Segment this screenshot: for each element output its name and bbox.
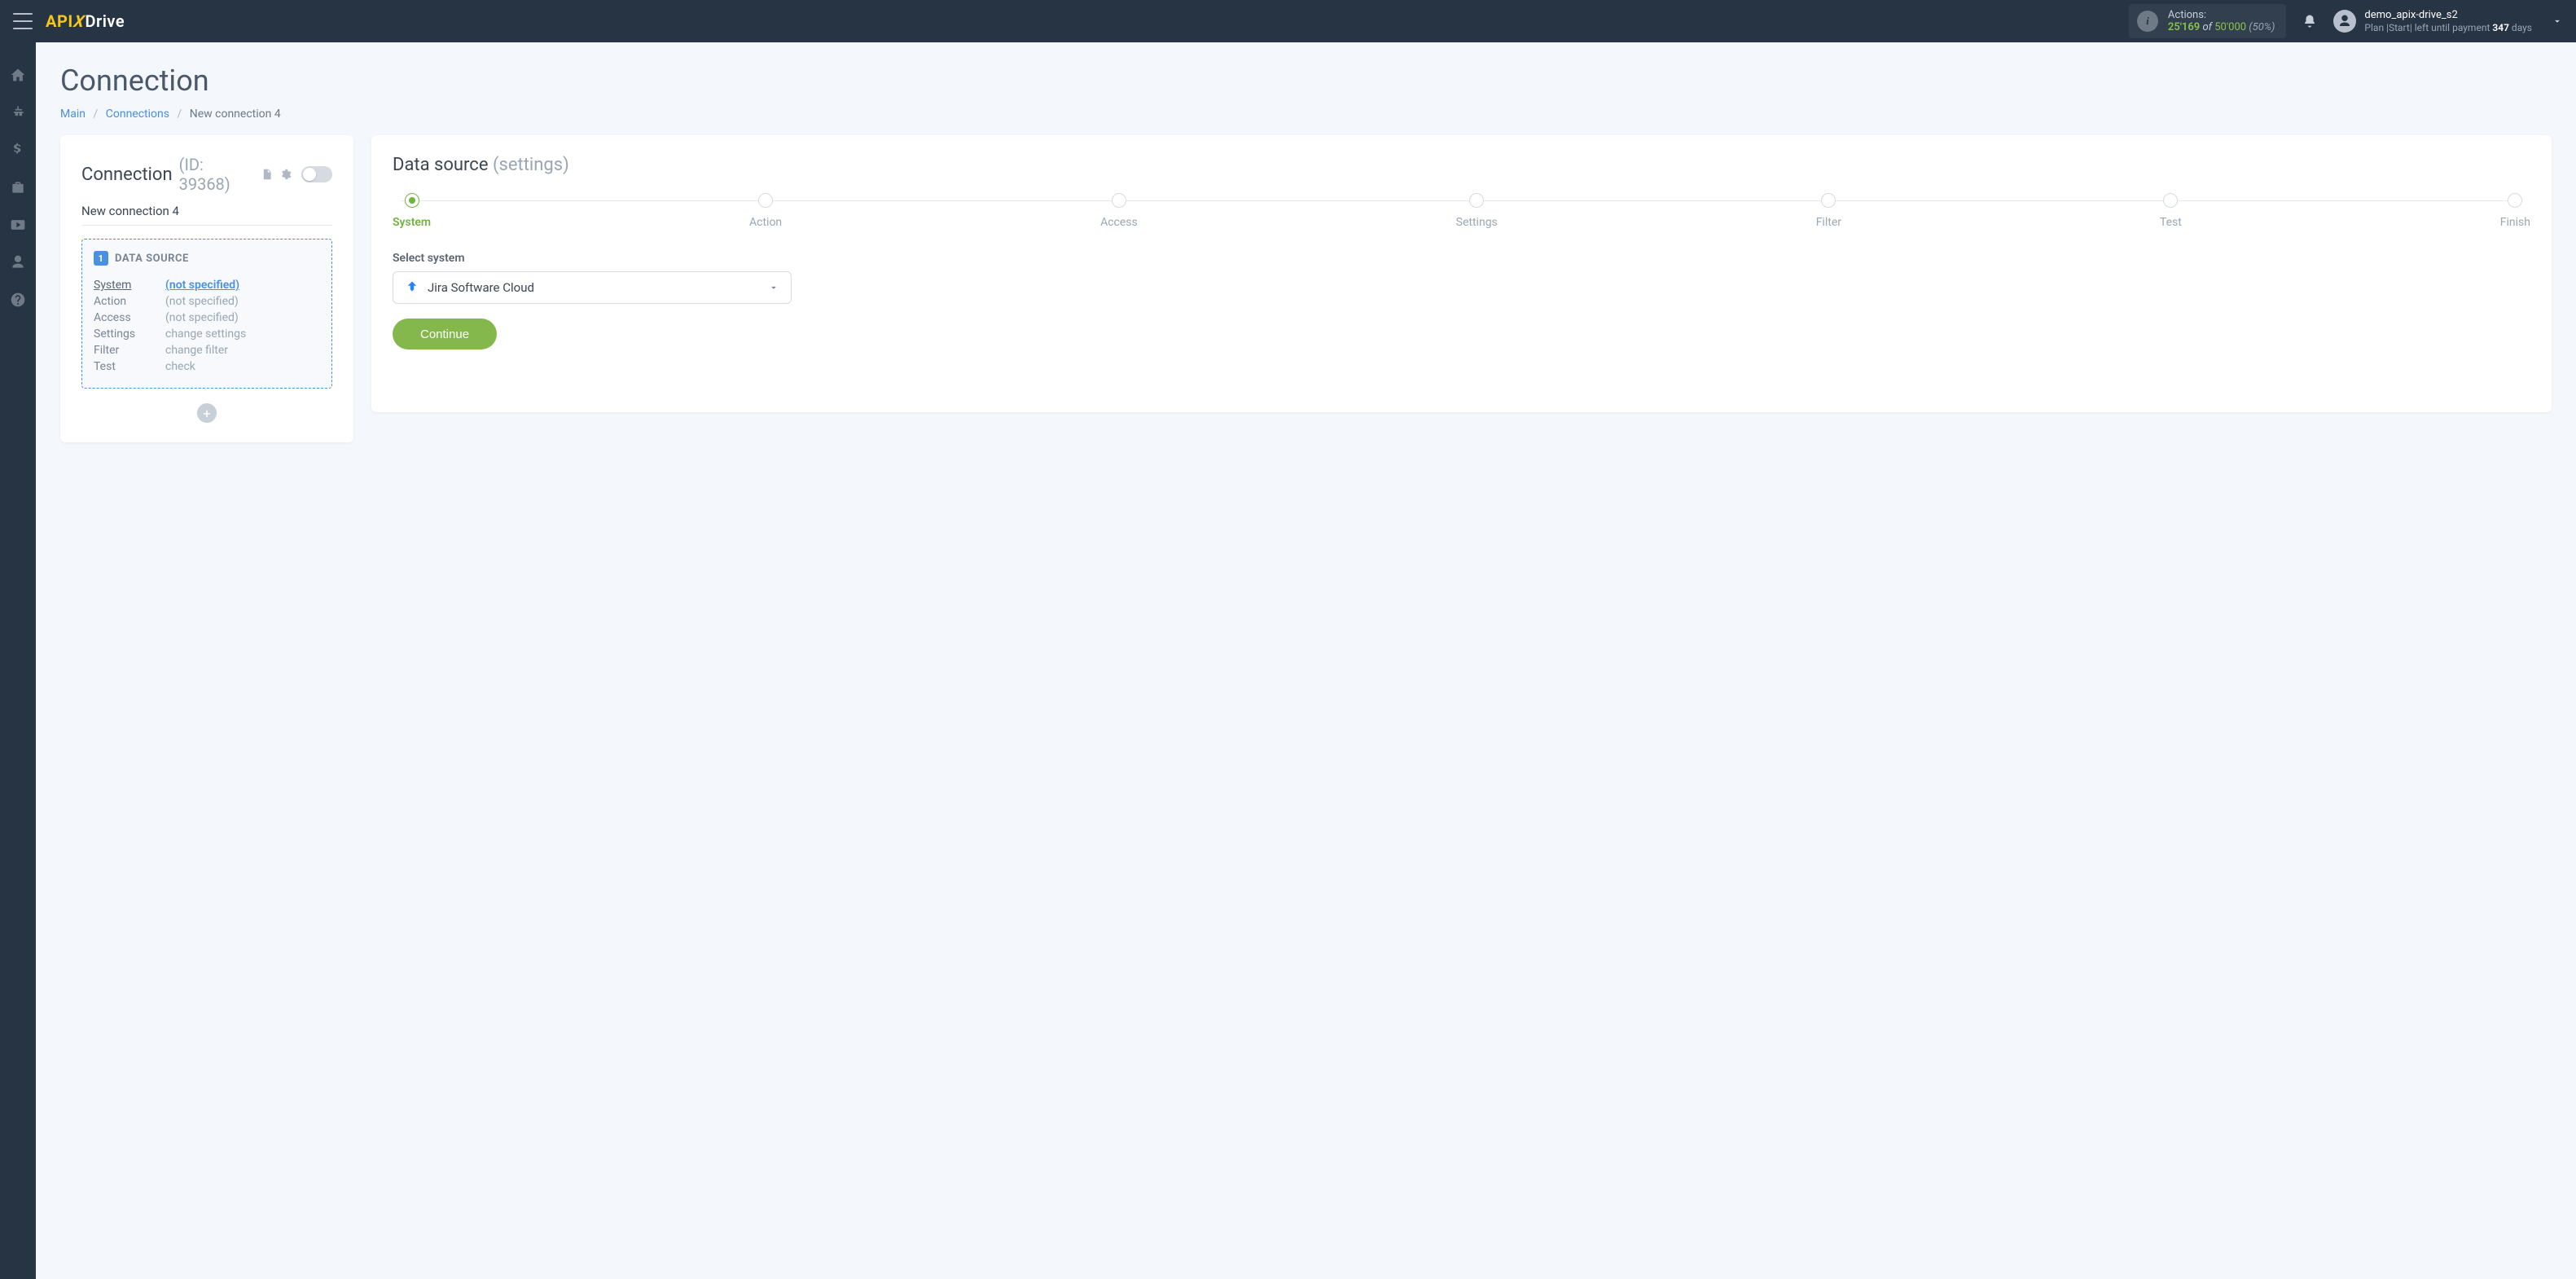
- jira-icon: [405, 280, 419, 295]
- actions-total: 50'000: [2214, 21, 2246, 33]
- step-settings[interactable]: Settings: [1456, 193, 1498, 229]
- user-info: demo_apix-drive_s2 Plan |Start| left unt…: [2364, 9, 2532, 33]
- step-system[interactable]: System: [393, 193, 431, 229]
- plan-prefix: Plan |Start| left until payment: [2364, 22, 2490, 33]
- user-menu[interactable]: demo_apix-drive_s2 Plan |Start| left unt…: [2333, 9, 2563, 33]
- connection-name[interactable]: New connection 4: [81, 204, 332, 226]
- wizard-steps: System Action Access Settings Filter Tes…: [393, 193, 2530, 229]
- actions-pct: (50%): [2249, 21, 2275, 33]
- data-source-panel: Data source (settings) System Action Acc…: [371, 135, 2552, 412]
- topbar: APIXDrive i Actions: 25'169 of 50'000 (5…: [0, 0, 2576, 42]
- document-icon[interactable]: [261, 168, 273, 181]
- data-source-badge: 1: [94, 251, 108, 266]
- video-icon[interactable]: [10, 217, 26, 233]
- data-source-title: DATA SOURCE: [115, 253, 189, 265]
- actions-count: 25'169: [2168, 21, 2200, 33]
- logo-drive: Drive: [86, 11, 125, 31]
- page-title: Connection: [60, 64, 2552, 98]
- actions-chip[interactable]: i Actions: 25'169 of 50'000 (50%): [2129, 4, 2287, 38]
- user-icon[interactable]: [10, 254, 26, 270]
- info-icon: i: [2137, 11, 2158, 32]
- dollar-icon[interactable]: [10, 142, 26, 158]
- step-filter[interactable]: Filter: [1816, 193, 1841, 229]
- ds-row-access[interactable]: Access(not specified): [94, 310, 320, 326]
- connection-id: (ID: 39368): [179, 155, 255, 194]
- actions-of: of: [2202, 21, 2212, 33]
- ds-row-system[interactable]: System(not specified): [94, 277, 320, 293]
- continue-button[interactable]: Continue: [393, 319, 497, 349]
- hamburger-menu-icon[interactable]: [13, 13, 33, 29]
- actions-text: Actions: 25'169 of 50'000 (50%): [2168, 9, 2275, 33]
- panel-title-main: Data source: [393, 155, 489, 175]
- topbar-right: i Actions: 25'169 of 50'000 (50%) demo_a…: [2129, 4, 2563, 38]
- connection-header: Connection (ID: 39368): [81, 155, 332, 194]
- bell-icon[interactable]: [2302, 14, 2317, 29]
- panel-title-sub: (settings): [493, 155, 569, 175]
- breadcrumb-current: New connection 4: [190, 108, 281, 121]
- briefcase-icon[interactable]: [10, 179, 26, 196]
- ds-row-test[interactable]: Testcheck: [94, 358, 320, 375]
- breadcrumb-sep: /: [93, 108, 98, 121]
- connection-card: Connection (ID: 39368) New connection 4 …: [60, 135, 353, 442]
- step-access[interactable]: Access: [1100, 193, 1138, 229]
- logo-x-icon: X: [72, 11, 86, 31]
- select-system-label: Select system: [393, 252, 2530, 265]
- username: demo_apix-drive_s2: [2364, 9, 2532, 22]
- home-icon[interactable]: [10, 67, 26, 83]
- gear-icon[interactable]: [279, 168, 292, 181]
- ds-row-filter[interactable]: Filterchange filter: [94, 342, 320, 358]
- selected-system-text: Jira Software Cloud: [428, 280, 760, 295]
- ds-row-settings[interactable]: Settingschange settings: [94, 326, 320, 342]
- main-content: Connection Main / Connections / New conn…: [36, 42, 2576, 1279]
- logo-api: API: [46, 11, 73, 31]
- connection-title: Connection: [81, 165, 173, 185]
- help-icon[interactable]: [10, 292, 26, 308]
- sidebar: [0, 42, 36, 1279]
- breadcrumb-connections[interactable]: Connections: [106, 108, 169, 121]
- chevron-down-icon: [768, 282, 779, 293]
- chevron-down-icon: [2552, 15, 2563, 27]
- step-test[interactable]: Test: [2160, 193, 2182, 229]
- data-source-rows: System(not specified) Action(not specifi…: [94, 277, 320, 375]
- data-source-box[interactable]: 1 DATA SOURCE System(not specified) Acti…: [81, 239, 332, 389]
- actions-label: Actions:: [2168, 9, 2275, 21]
- add-destination-button[interactable]: +: [197, 403, 217, 423]
- sitemap-icon[interactable]: [10, 104, 26, 121]
- ds-row-action[interactable]: Action(not specified): [94, 293, 320, 310]
- step-finish[interactable]: Finish: [2500, 193, 2530, 229]
- data-source-header: 1 DATA SOURCE: [94, 251, 320, 266]
- breadcrumb-main[interactable]: Main: [60, 108, 86, 121]
- connection-toggle[interactable]: [301, 166, 332, 182]
- step-action[interactable]: Action: [749, 193, 782, 229]
- breadcrumb-sep: /: [177, 108, 182, 121]
- plan-days: 347: [2492, 22, 2509, 33]
- select-system-dropdown[interactable]: Jira Software Cloud: [393, 271, 792, 304]
- user-avatar-icon: [2333, 10, 2356, 33]
- plan-line: Plan |Start| left until payment 347 days: [2364, 22, 2532, 33]
- breadcrumb: Main / Connections / New connection 4: [60, 108, 2552, 121]
- logo[interactable]: APIXDrive: [46, 11, 125, 31]
- panel-title: Data source (settings): [393, 155, 2530, 175]
- plan-days-suffix: days: [2512, 22, 2532, 33]
